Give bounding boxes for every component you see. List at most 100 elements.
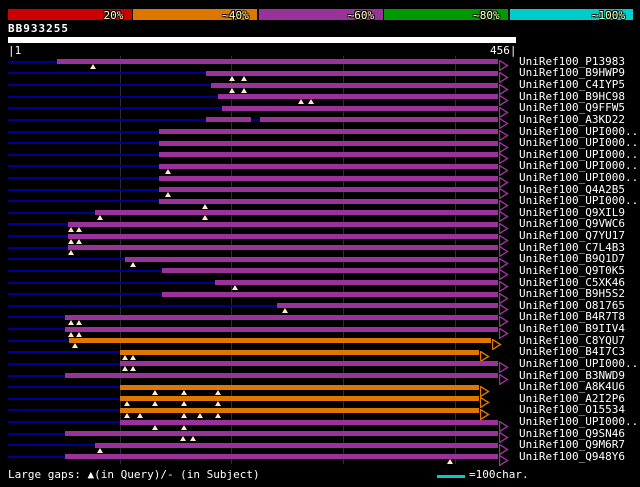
alignment-bar[interactable] — [211, 82, 499, 88]
alignment-bar[interactable] — [162, 291, 499, 297]
gap-marker-icon — [229, 75, 236, 81]
identity-key-label: ~60% — [347, 9, 375, 22]
gap-marker-icon — [130, 354, 137, 360]
alignment-bar[interactable] — [222, 105, 499, 111]
alignment-arrowhead-icon — [492, 335, 503, 351]
gap-marker-icon — [229, 87, 236, 93]
alignment-arrowhead-icon — [498, 312, 509, 328]
subject-label[interactable]: UniRef100_Q948Y6 — [519, 450, 625, 463]
alignment-arrowhead-icon — [479, 405, 490, 421]
alignment-arrowhead-icon — [498, 207, 509, 224]
gap-marker-icon — [67, 331, 74, 337]
alignment-bar[interactable] — [64, 454, 499, 460]
gap-marker-icon — [181, 412, 188, 418]
gap-marker-icon — [181, 401, 188, 407]
alignment-arrowhead-icon — [498, 242, 509, 258]
alignment-bar[interactable] — [217, 94, 499, 100]
alignment-bar[interactable] — [68, 221, 499, 227]
gap-marker-icon — [297, 99, 304, 105]
alignment-bar[interactable] — [277, 303, 499, 309]
alignment-arrowhead-icon — [498, 56, 509, 73]
alignment-bar[interactable] — [119, 396, 480, 402]
gap-marker-icon — [136, 412, 143, 418]
identity-key-label: ~80% — [473, 9, 500, 22]
alignment-bar[interactable] — [69, 338, 492, 344]
alignment-bar[interactable] — [158, 198, 499, 204]
alignment-arrowhead-icon — [498, 254, 509, 270]
alignment-bar[interactable] — [57, 59, 499, 65]
gap-marker-icon — [67, 226, 74, 232]
gap-marker-icon — [67, 238, 74, 244]
alignment-arrowhead-icon — [498, 324, 509, 340]
alignment-bar[interactable] — [119, 407, 480, 413]
alignment-bar[interactable] — [64, 373, 499, 379]
alignment-arrowhead-icon — [498, 138, 509, 154]
alignment-arrowhead-icon — [498, 440, 509, 456]
gap-marker-icon — [164, 192, 171, 198]
gap-marker-icon — [152, 401, 159, 407]
alignment-bar[interactable] — [158, 175, 499, 181]
alignment-bar[interactable] — [95, 442, 499, 448]
gap-marker-icon — [67, 250, 74, 256]
alignment-bar[interactable] — [119, 361, 499, 367]
gap-marker-icon — [89, 64, 96, 70]
scale-legend-text: =100char. — [469, 468, 529, 481]
gap-marker-icon — [124, 412, 131, 418]
alignment-bar[interactable] — [64, 314, 499, 320]
gap-marker-icon — [96, 215, 103, 221]
gap-marker-icon — [122, 366, 129, 372]
alignment-bar[interactable] — [205, 117, 252, 123]
alignment-bar[interactable] — [64, 431, 499, 437]
alignment-bar[interactable] — [68, 245, 499, 251]
alignment-bar[interactable] — [162, 268, 499, 274]
query-name: BB933255 — [8, 22, 69, 35]
alignment-arrowhead-icon — [498, 417, 509, 433]
alignment-arrowhead-icon — [479, 393, 490, 410]
alignment-arrowhead-icon — [498, 91, 509, 107]
alignment-bar[interactable] — [158, 140, 499, 146]
gap-marker-icon — [231, 285, 238, 291]
alignment-bar[interactable] — [64, 326, 499, 332]
alignment-bar[interactable] — [158, 163, 499, 169]
alignment-arrowhead-icon — [498, 80, 509, 96]
gap-marker-icon — [214, 389, 221, 395]
gap-marker-icon — [130, 261, 137, 267]
gap-marker-icon — [240, 87, 247, 93]
alignment-bar[interactable] — [125, 256, 499, 262]
alignment-bar[interactable] — [158, 152, 499, 158]
gap-marker-icon — [152, 389, 159, 395]
gap-marker-icon — [181, 424, 188, 430]
gap-marker-icon — [214, 401, 221, 407]
ruler-start-label: |1 — [8, 44, 22, 57]
alignment-arrowhead-icon — [498, 370, 509, 386]
alignment-bar[interactable] — [260, 117, 499, 123]
alignment-arrowhead-icon — [498, 358, 509, 375]
alignment-bar[interactable] — [119, 349, 480, 355]
gap-marker-icon — [76, 238, 83, 244]
alignment-arrowhead-icon — [498, 149, 509, 166]
alignment-arrowhead-icon — [479, 382, 490, 398]
gap-marker-icon — [122, 354, 129, 360]
alignment-bar[interactable] — [119, 419, 499, 425]
gap-marker-icon — [152, 424, 159, 430]
alignment-arrowhead-icon — [498, 196, 509, 212]
alignment-arrowhead-icon — [498, 231, 509, 247]
alignment-bar[interactable] — [119, 384, 480, 390]
alignment-bar[interactable] — [68, 233, 499, 239]
gap-marker-icon — [197, 412, 204, 418]
gap-marker-icon — [180, 436, 187, 442]
alignment-bar[interactable] — [205, 70, 499, 76]
alignment-bar[interactable] — [158, 129, 499, 135]
gap-marker-icon — [201, 203, 208, 209]
alignment-bar[interactable] — [95, 210, 499, 216]
alignment-arrowhead-icon — [498, 161, 509, 177]
gap-marker-icon — [76, 319, 83, 325]
alignment-arrowhead-icon — [498, 173, 509, 189]
alignment-bar[interactable] — [158, 187, 499, 193]
gap-marker-icon — [96, 447, 103, 453]
gap-marker-icon — [447, 459, 454, 465]
alignment-bar[interactable] — [214, 280, 499, 286]
gap-marker-icon — [190, 436, 197, 442]
gap-marker-icon — [164, 168, 171, 174]
alignment-arrowhead-icon — [498, 289, 509, 305]
